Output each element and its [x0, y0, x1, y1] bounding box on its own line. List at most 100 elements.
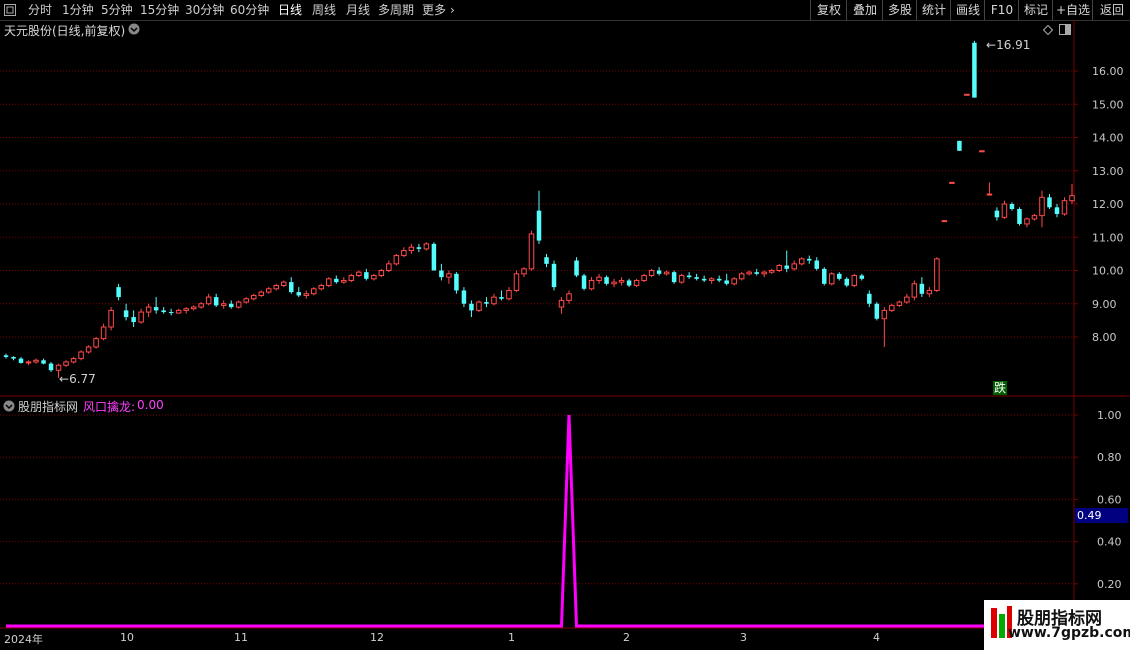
candle-body — [566, 293, 572, 301]
indicator-name: 风口擒龙: — [83, 400, 136, 414]
candle-body — [423, 243, 430, 250]
candle-body — [161, 310, 166, 313]
x-label-apr: 4 — [873, 631, 880, 644]
main-y-tick-label: 15.00 — [1092, 98, 1124, 111]
candle-body — [1024, 218, 1030, 225]
main-y-tick-label: 13.00 — [1092, 165, 1124, 178]
candle-body — [656, 270, 662, 274]
candle-body — [574, 260, 579, 276]
candle-body — [611, 281, 617, 285]
candle-body — [536, 210, 542, 241]
candle-body — [829, 273, 835, 285]
candle-body — [131, 317, 136, 323]
candle-body — [904, 296, 910, 303]
high-price-value: 16.91 — [996, 38, 1031, 52]
candle-body — [289, 282, 294, 293]
candle-body — [18, 358, 24, 363]
candle-body — [334, 278, 339, 283]
candlestick-chart[interactable]: 16.0015.0014.0013.0012.0011.0010.009.008… — [0, 0, 1130, 650]
candle-body — [258, 291, 264, 296]
candle-body — [1054, 207, 1060, 214]
candle-body — [859, 275, 865, 279]
candle-body — [896, 301, 903, 306]
candle-body — [1069, 195, 1075, 202]
candle-body — [33, 359, 39, 363]
candle-body — [671, 272, 677, 283]
candle-body — [979, 150, 985, 153]
candle-body — [551, 263, 557, 288]
candle-body — [296, 292, 302, 296]
main-y-tick-label: 10.00 — [1092, 265, 1124, 278]
candle-body — [386, 263, 392, 272]
diamond-icon[interactable] — [1042, 24, 1054, 36]
candle-body — [506, 289, 512, 300]
candle-body — [326, 278, 332, 286]
candle-body — [941, 220, 948, 223]
layout-toggle-icon[interactable] — [1059, 24, 1071, 35]
candle-body — [844, 278, 850, 286]
candle-body — [1009, 204, 1015, 209]
candle-body — [48, 363, 54, 371]
candle-body — [604, 277, 609, 284]
candle-body — [1047, 197, 1052, 208]
candle-body — [198, 303, 204, 308]
candle-body — [964, 93, 970, 96]
cursor-value-box: 0.49 — [1075, 508, 1128, 523]
candle-body — [356, 271, 362, 276]
high-price-label: ←16.91 — [986, 38, 1031, 52]
main-y-tick-label: 12.00 — [1092, 198, 1124, 211]
ind-y-tick-label: 0.60 — [1097, 493, 1122, 506]
candle-body — [431, 243, 437, 271]
candle-body — [761, 271, 767, 275]
candle-body — [731, 278, 737, 285]
candle-body — [708, 278, 715, 281]
candle-body — [25, 361, 32, 364]
x-label-jan: 1 — [508, 631, 515, 644]
candle-body — [41, 360, 46, 364]
candle-body — [798, 258, 805, 265]
candle-body — [228, 303, 234, 308]
candle-body — [100, 326, 107, 340]
candle-body — [116, 287, 121, 298]
candle-body — [205, 296, 212, 305]
candle-body — [641, 274, 647, 281]
chart-title: 天元股份(日线,前复权) — [4, 24, 126, 38]
chart-options-icon[interactable] — [128, 23, 140, 35]
ind-y-tick-label: 0.40 — [1097, 536, 1122, 549]
indicator-options-icon[interactable] — [3, 400, 15, 412]
main-y-tick-label: 8.00 — [1092, 331, 1117, 344]
candle-body — [220, 303, 227, 306]
candle-body — [303, 293, 310, 296]
candle-body — [889, 304, 895, 311]
candle-body — [461, 290, 467, 304]
candle-body — [738, 273, 745, 280]
candle-body — [123, 310, 129, 318]
candle-body — [491, 296, 497, 305]
candle-body — [837, 273, 842, 279]
candle-body — [265, 288, 272, 293]
low-price-value: 6.77 — [69, 372, 96, 386]
candle-body — [63, 361, 69, 366]
candle-body — [70, 358, 77, 363]
candle-body — [393, 255, 400, 265]
candle-body — [213, 297, 219, 306]
watermark-url: www.7gpzb.com — [1008, 625, 1130, 641]
candle-body — [686, 275, 692, 278]
x-label-dec: 12 — [370, 631, 384, 644]
candle-body — [153, 307, 159, 311]
candle-body — [588, 279, 595, 290]
candle-body — [919, 283, 925, 294]
candle-body — [168, 312, 174, 314]
candle-body — [678, 274, 685, 283]
candle-body — [851, 274, 858, 286]
candle-body — [807, 258, 812, 261]
candle-body — [1039, 196, 1045, 217]
ind-y-tick-label: 0.20 — [1097, 578, 1122, 591]
candle-body — [874, 303, 880, 319]
candle-body — [401, 250, 407, 257]
candle-body — [784, 265, 789, 269]
candle-body — [581, 275, 587, 289]
candle-body — [11, 356, 16, 359]
candle-body — [822, 268, 827, 284]
candle-body — [881, 309, 888, 320]
